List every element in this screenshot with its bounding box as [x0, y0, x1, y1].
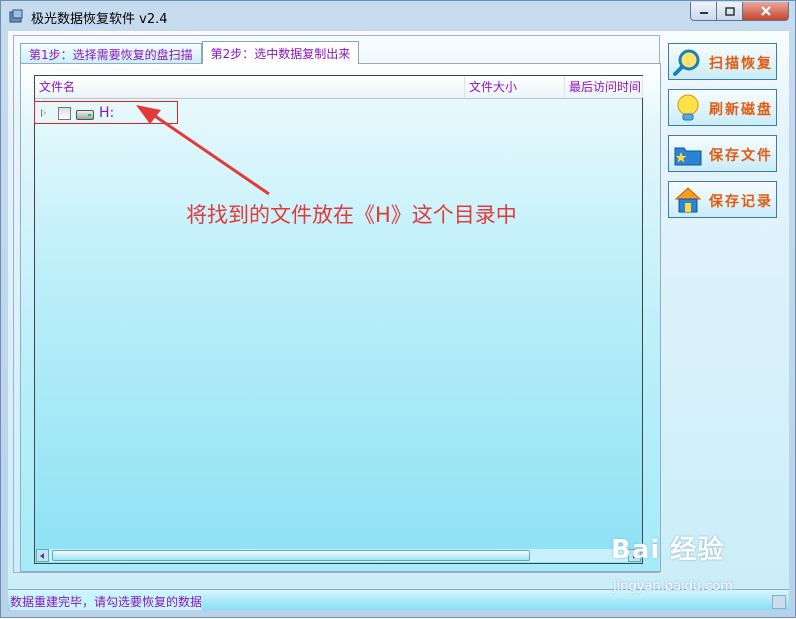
- annotation-arrow-icon: [136, 105, 270, 196]
- tab-step2[interactable]: 第2步：选中数据复制出来: [201, 41, 360, 64]
- watermark-logo: Bai 经验: [611, 535, 725, 565]
- annotation-text: 将找到的文件放在《H》这个目录中: [186, 203, 517, 227]
- watermark: Bai 经验 jingyan.baidu.com: [611, 529, 733, 594]
- watermark-url: jingyan.baidu.com: [613, 579, 733, 594]
- app-window: 极光数据恢复软件 v2.4 第1步：选择需要恢复的盘扫描 第2步：选中数据复制出…: [0, 0, 796, 618]
